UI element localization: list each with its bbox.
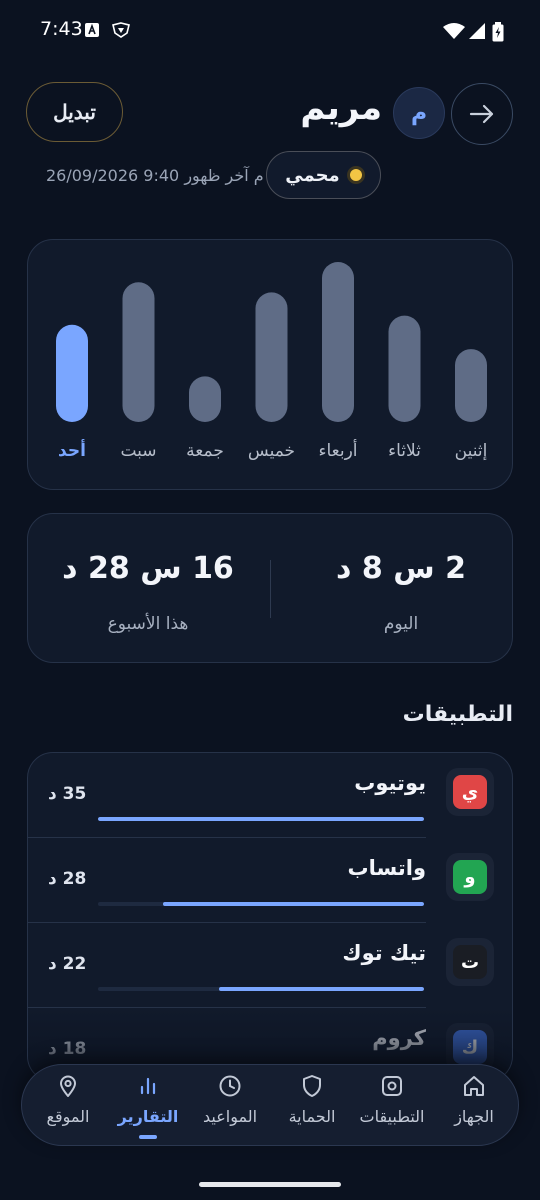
app-icon: ي	[446, 768, 494, 816]
arrow-right-icon	[469, 104, 494, 124]
chart-bar-1[interactable]	[455, 349, 487, 422]
screen: 7:43 تبديل مريم م محمي 26/09/2026 9:40 م…	[0, 0, 540, 1200]
app-initial: ت	[453, 945, 487, 979]
active-tab-indicator	[139, 1135, 157, 1139]
chart-bar-5[interactable]	[189, 376, 221, 422]
app-icon: ت	[446, 938, 494, 986]
keyboard-notification-icon	[85, 23, 99, 37]
chart-day-label: أحد	[58, 439, 86, 461]
shield-notification-icon	[112, 22, 130, 38]
nav-item-schedules[interactable]: المواعيد	[190, 1065, 270, 1147]
nav-item-location[interactable]: الموقع	[28, 1065, 108, 1147]
nav-item-apps[interactable]: التطبيقات	[352, 1065, 432, 1147]
wifi-icon	[443, 23, 465, 39]
today-total-label: اليوم	[383, 614, 419, 634]
status-dot-icon	[349, 169, 362, 181]
app-usage-minutes: 35 د	[48, 784, 87, 804]
chart-day-label: جمعة	[186, 441, 224, 461]
status-time: 7:43	[40, 18, 83, 40]
chart-day-label: سبت	[120, 441, 156, 461]
clock-icon	[219, 1075, 241, 1097]
chart-day-label: إثنين	[455, 441, 488, 461]
battery-icon	[492, 22, 504, 42]
apps-section-title: التطبيقات	[402, 702, 513, 727]
app-name: واتساب	[347, 856, 427, 880]
apps-icon	[382, 1076, 402, 1096]
app-usage-row[interactable]: ي يوتيوب 35 د	[28, 753, 512, 838]
home-icon	[464, 1076, 484, 1096]
chart-bar-4[interactable]	[255, 292, 288, 422]
app-usage-bar	[98, 817, 424, 821]
app-usage-bar-fill	[163, 902, 424, 906]
totals-divider	[270, 560, 271, 618]
bottom-navigation: الجهاز التطبيقات الحماية المواعيد التقار…	[21, 1064, 519, 1146]
app-usage-row[interactable]: و واتساب 28 د	[28, 838, 512, 923]
back-button[interactable]	[451, 83, 513, 145]
app-usage-row[interactable]: ت تيك توك 22 د	[28, 923, 512, 1008]
chart-bar-2[interactable]	[388, 315, 421, 422]
profile-name: مريم	[300, 88, 382, 128]
avatar-initial: م	[410, 100, 428, 126]
week-total-label: هذا الأسبوع	[107, 614, 189, 634]
nav-label-schedules: المواعيد	[202, 1107, 258, 1126]
app-usage-minutes: 28 د	[48, 869, 87, 889]
nav-label-location: الموقع	[46, 1107, 90, 1126]
location-pin-icon	[60, 1075, 76, 1097]
last-seen-text: 26/09/2026 9:40 م آخر ظهور	[46, 166, 264, 185]
app-initial: و	[453, 860, 487, 894]
nav-label-protection: الحماية	[288, 1107, 336, 1126]
nav-label-reports: التقارير	[117, 1107, 179, 1126]
app-name: يوتيوب	[354, 771, 426, 795]
switch-profile-button[interactable]: تبديل	[26, 82, 123, 142]
avatar[interactable]: م	[393, 87, 445, 139]
app-usage-bar-fill	[219, 987, 424, 991]
app-name: تيك توك	[342, 941, 426, 965]
protection-status-label: محمي	[285, 164, 340, 186]
nav-item-device[interactable]: الجهاز	[434, 1065, 514, 1147]
app-icon: و	[446, 853, 494, 901]
app-usage-bar	[98, 987, 424, 991]
chart-day-label: أربعاء	[318, 439, 357, 461]
app-usage-bar-fill	[98, 817, 424, 821]
bar-chart-icon	[140, 1077, 156, 1095]
chart-day-label: خميس	[248, 441, 295, 461]
app-usage-bar	[98, 902, 424, 906]
home-indicator[interactable]	[199, 1182, 341, 1187]
status-bar: 7:43	[0, 0, 540, 64]
week-total-value: 16 س 28 د	[62, 551, 234, 586]
chart-bar-6[interactable]	[122, 282, 155, 422]
usage-totals-card: 2 س 8 د اليوم 16 س 28 د هذا الأسبوع	[27, 513, 513, 663]
app-initial: ي	[453, 775, 487, 809]
shield-icon	[303, 1075, 321, 1097]
protection-status-badge: محمي	[266, 151, 381, 199]
today-total-value: 2 س 8 د	[336, 551, 466, 586]
app-usage-minutes: 22 د	[48, 954, 87, 974]
cellular-signal-icon	[469, 23, 485, 39]
nav-item-protection[interactable]: الحماية	[272, 1065, 352, 1147]
chart-bar-7[interactable]	[56, 324, 88, 422]
apps-list-card: ييوتيوب35 دوواتساب28 دتتيك توك22 دككروم1…	[27, 752, 513, 1082]
weekly-usage-chart-card: إثنين ثلاثاء أربعاء خميس جمعة سبت أحد	[27, 239, 513, 490]
nav-label-apps: التطبيقات	[359, 1107, 425, 1126]
nav-item-reports[interactable]: التقارير	[108, 1065, 188, 1147]
nav-label-device: الجهاز	[454, 1107, 494, 1126]
chart-day-label: ثلاثاء	[388, 441, 421, 461]
weekly-usage-chart: إثنين ثلاثاء أربعاء خميس جمعة سبت أحد	[56, 262, 488, 461]
chart-bar-3[interactable]	[322, 262, 354, 422]
